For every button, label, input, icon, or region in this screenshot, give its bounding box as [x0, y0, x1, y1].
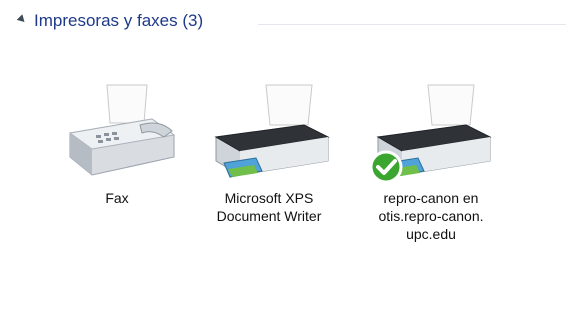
- device-microsoft-xps[interactable]: Microsoft XPS Document Writer: [194, 75, 344, 225]
- printer-icon: [214, 84, 330, 178]
- device-label: Fax: [105, 190, 129, 206]
- default-check-icon: [369, 150, 403, 184]
- group-divider: [258, 24, 566, 25]
- group-title[interactable]: Impresoras y faxes (3): [34, 11, 203, 31]
- device-label: repro-canon en otis.repro-canon. upc.edu: [378, 190, 484, 242]
- collapse-arrow-icon[interactable]: [16, 14, 28, 25]
- device-label: Microsoft XPS Document Writer: [216, 190, 322, 224]
- device-fax[interactable]: Fax: [42, 75, 192, 207]
- group-header[interactable]: Impresoras y faxes (3): [0, 0, 578, 40]
- fax-icon: [68, 84, 176, 176]
- printer-icon: [369, 84, 492, 184]
- device-repro-canon[interactable]: repro-canon en otis.repro-canon. upc.edu: [356, 75, 506, 243]
